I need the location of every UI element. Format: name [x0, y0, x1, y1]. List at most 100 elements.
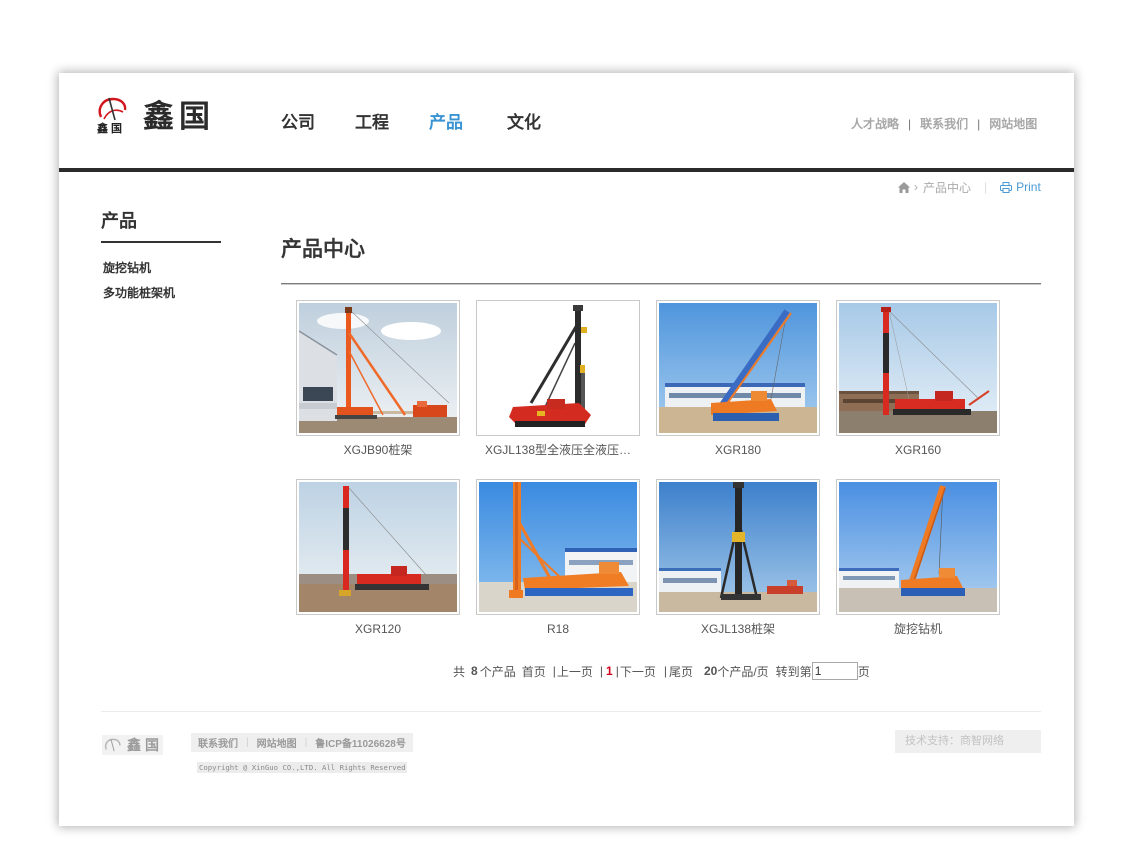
product-photo [299, 482, 457, 612]
home-icon-shape [898, 181, 910, 193]
product-image[interactable] [296, 300, 460, 436]
photo-detail [299, 403, 337, 409]
footer-logo-stroke [110, 738, 115, 752]
util-link-contact[interactable]: 联系我们 [920, 116, 968, 132]
util-link-sitemap[interactable]: 网站地图 [989, 116, 1037, 132]
photo-detail [599, 562, 619, 574]
photo-detail [547, 399, 565, 409]
pagination-next-link[interactable]: 下一页 [620, 663, 656, 680]
photo-detail [733, 482, 744, 488]
breadcrumb-home-link[interactable] [898, 181, 910, 193]
product-card: XGJL138桩架 [656, 479, 820, 658]
pagination-goto-prefix: 转到第 [775, 664, 812, 679]
printer-icon[interactable] [1000, 181, 1013, 193]
pagination-prev-link[interactable]: 上一页 [557, 663, 593, 680]
logo-text: 鑫国 [143, 99, 215, 134]
nav-products[interactable]: 产品 [429, 113, 463, 133]
product-image[interactable] [836, 479, 1000, 615]
photo-detail [381, 322, 441, 340]
util-link-talent[interactable]: 人才战略 [851, 116, 899, 132]
photo-detail [839, 568, 899, 571]
nav-culture[interactable]: 文化 [507, 113, 541, 133]
photo-detail [417, 401, 427, 407]
copyright-notice: Copyright @ XinGuo CO.,LTD. All Rights R… [197, 762, 408, 773]
product-photo [659, 303, 817, 433]
footer-link-contact[interactable]: 联系我们 [198, 735, 238, 750]
product-name[interactable]: R18 [476, 621, 640, 637]
photo-detail [537, 411, 545, 416]
product-photo-frame [839, 482, 997, 612]
product-card: XGJB90桩架 [296, 300, 460, 479]
header-divider [59, 168, 1074, 172]
photo-detail [565, 548, 637, 552]
product-card: XGR180 [656, 300, 820, 479]
pagination-total-suffix: 个产品 [479, 664, 516, 679]
photo-detail [721, 594, 761, 600]
nav-projects[interactable]: 工程 [355, 113, 389, 133]
photo-detail [751, 391, 767, 401]
photo-detail [355, 584, 429, 590]
product-image[interactable] [836, 300, 1000, 436]
product-card: XGR160 [836, 300, 1000, 479]
pagination-separator: | [663, 664, 667, 678]
pagination-last-link[interactable]: 尾页 [669, 663, 693, 680]
tech-support-link[interactable]: 技术支持：商智网络 [895, 730, 1041, 753]
product-photo [479, 482, 637, 612]
product-image[interactable] [656, 300, 820, 436]
product-name[interactable]: XGJB90桩架 [296, 442, 460, 458]
print-link[interactable]: Print [1016, 180, 1041, 194]
product-card: XGJL138型全液压全液压… [476, 300, 640, 479]
page-title: 产品中心 [281, 238, 365, 261]
footer-divider [101, 711, 1041, 712]
product-name[interactable]: XGJL138桩架 [656, 621, 820, 637]
sidebar-item-pile-frame[interactable]: 多功能桩架机 [103, 285, 175, 301]
photo-detail [663, 578, 717, 583]
photo-detail [515, 482, 518, 594]
photo-detail [893, 409, 971, 415]
footer-logo[interactable]: 鑫国 [102, 735, 163, 755]
photo-detail [303, 387, 333, 401]
pagination-total-count: 8 [471, 664, 478, 678]
photo-detail [901, 588, 965, 596]
sidebar-title-underline [101, 241, 221, 243]
photo-detail [343, 508, 349, 550]
nav-company[interactable]: 公司 [281, 113, 315, 133]
photo-detail [373, 411, 413, 414]
product-image[interactable] [476, 479, 640, 615]
pagination: 共 8 个产品 首页 | 上一页 | 1 | 下一页 | 尾页 20 个产品/页… [453, 662, 870, 680]
photo-detail [317, 313, 369, 329]
product-name[interactable]: XGR120 [296, 621, 460, 637]
logo-stroke [108, 97, 116, 121]
product-name[interactable]: 旋挖钻机 [836, 621, 1000, 637]
photo-detail [345, 307, 352, 313]
page-card: 鑫 国 鑫国 公司 工程 产品 文化 人才战略 | 联系我们 | 网站地图 › … [59, 73, 1074, 826]
photo-detail [939, 568, 955, 578]
photo-detail [391, 566, 407, 576]
pagination-per-page: 20 [703, 664, 718, 678]
pagination-goto-input[interactable] [811, 662, 858, 680]
product-photo-frame [839, 303, 997, 433]
footer-link-sitemap[interactable]: 网站地图 [257, 735, 297, 750]
product-name[interactable]: XGR160 [836, 442, 1000, 458]
home-icon [898, 181, 910, 193]
photo-detail [732, 532, 745, 542]
product-grid: XGJB90桩架 XGJL138型全液压全液压… XGR180 XGR160 X… [296, 300, 1000, 658]
photo-detail [713, 413, 779, 421]
product-photo-frame [659, 303, 817, 433]
pagination-first-link[interactable]: 首页 [522, 663, 546, 680]
photo-detail [839, 391, 919, 394]
product-image[interactable] [476, 300, 640, 436]
photo-detail [843, 576, 895, 580]
photo-detail [335, 415, 377, 419]
product-image[interactable] [656, 479, 820, 615]
product-photo-frame [299, 303, 457, 433]
pagination-separator: | [599, 664, 603, 678]
photo-detail [515, 421, 585, 427]
product-name[interactable]: XGR180 [656, 442, 820, 458]
product-name[interactable]: XGJL138型全液压全液压… [476, 442, 640, 458]
sidebar-item-rotary-drill[interactable]: 旋挖钻机 [103, 260, 151, 276]
site-logo[interactable]: 鑫 国 鑫国 [95, 95, 275, 139]
photo-detail [525, 588, 633, 596]
footer-link-icp[interactable]: 鲁ICP备11026628号 [315, 735, 406, 750]
product-image[interactable] [296, 479, 460, 615]
